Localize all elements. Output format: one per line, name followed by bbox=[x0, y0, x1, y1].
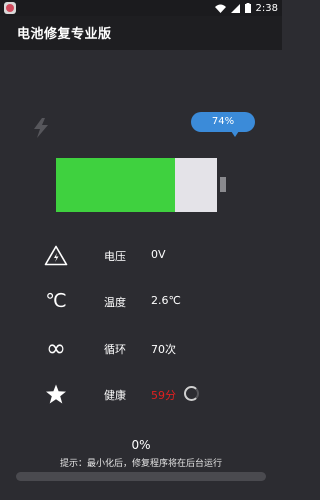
infinity-icon: ∞ bbox=[46, 334, 66, 362]
repair-progress-label: 0% bbox=[131, 438, 151, 452]
signal-icon bbox=[230, 3, 240, 13]
title-bar: 电池修复专业版 bbox=[0, 16, 282, 50]
status-bar: 2:38 bbox=[0, 0, 282, 16]
stat-row-temperature: ℃ 温度 2.6℃ bbox=[0, 287, 282, 315]
stat-row-health: 健康 59分 bbox=[0, 380, 282, 408]
stat-row-cycles: ∞ 循环 70次 bbox=[0, 334, 282, 362]
stat-label: 循环 bbox=[104, 343, 126, 356]
battery-icon bbox=[244, 3, 251, 13]
wifi-icon bbox=[214, 4, 226, 13]
stat-label: 电压 bbox=[104, 250, 126, 263]
stat-value: 0V bbox=[151, 248, 166, 261]
battery-terminal bbox=[220, 177, 226, 192]
status-time: 2:38 bbox=[255, 2, 278, 14]
stat-label: 健康 bbox=[104, 389, 126, 402]
health-score-value: 59分 bbox=[151, 389, 176, 402]
celsius-icon: ℃ bbox=[45, 290, 67, 312]
loading-spinner-icon bbox=[184, 386, 199, 401]
stat-label: 温度 bbox=[104, 296, 126, 309]
app-badge-icon bbox=[4, 2, 16, 14]
star-icon bbox=[42, 380, 70, 408]
repair-progress-bar bbox=[16, 472, 266, 481]
status-icons: 2:38 bbox=[214, 1, 278, 15]
warning-triangle-icon bbox=[42, 241, 70, 269]
stat-value: 2.6℃ bbox=[151, 294, 181, 307]
stat-value: 70次 bbox=[151, 343, 176, 356]
lightning-bolt-icon bbox=[30, 117, 52, 143]
bubble-tail bbox=[231, 131, 239, 137]
hint-text: 提示：最小化后，修复程序将在后台运行 bbox=[59, 459, 222, 469]
battery-level-fill bbox=[56, 158, 176, 212]
battery-percent-bubble: 74% bbox=[191, 112, 255, 132]
battery-gauge bbox=[56, 158, 217, 212]
app-title: 电池修复专业版 bbox=[17, 27, 112, 42]
stat-row-voltage: 电压 0V bbox=[0, 241, 282, 269]
